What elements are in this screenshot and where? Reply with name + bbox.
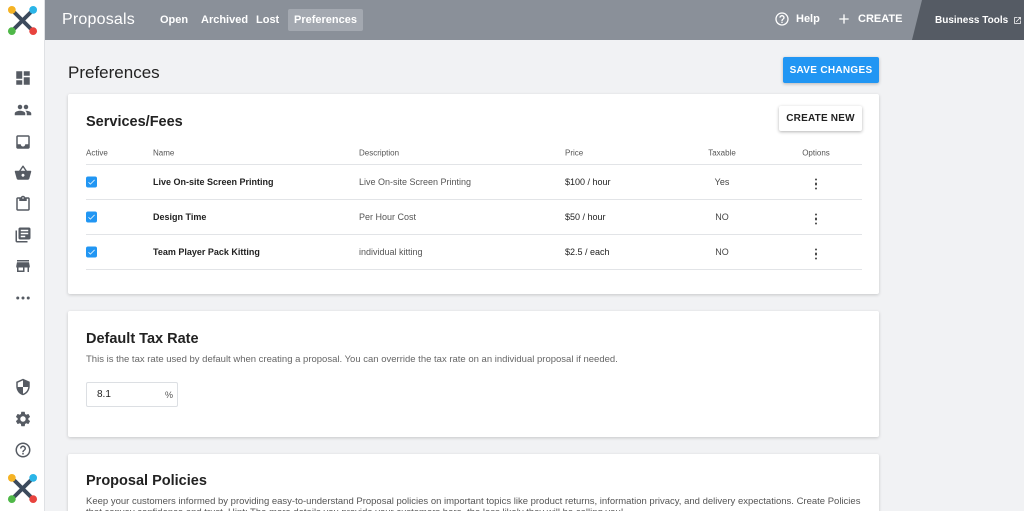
- business-tools-label: Business Tools: [935, 14, 1009, 26]
- percent-suffix: %: [165, 389, 174, 400]
- table-header: Active Name Description Price Taxable Op…: [86, 142, 862, 165]
- business-tools-link[interactable]: Business Tools: [912, 0, 1024, 40]
- save-changes-button[interactable]: SAVE CHANGES: [783, 57, 879, 83]
- external-link-icon: [1014, 16, 1022, 24]
- app-title: Proposals: [62, 11, 135, 28]
- clipboard-icon[interactable]: [13, 194, 32, 213]
- service-description: Per Hour Cost: [359, 212, 417, 222]
- shield-icon[interactable]: [13, 377, 32, 396]
- service-price: $2.5 / each: [565, 247, 610, 257]
- service-name: Team Player Pack Kitting: [153, 247, 260, 257]
- top-bar: Proposals Open Archived Lost Preferences…: [45, 0, 1024, 40]
- table-row: Live On-site Screen Printing Live On-sit…: [86, 165, 862, 200]
- row-options: [783, 208, 849, 227]
- tax-rate-field: %: [86, 382, 178, 407]
- service-description: Live On-site Screen Printing: [359, 177, 472, 187]
- help-label: Help: [796, 13, 820, 25]
- service-taxable: Yes: [714, 177, 730, 187]
- service-description: individual kitting: [359, 247, 423, 257]
- col-description: Description: [359, 148, 400, 158]
- policies-description: Keep your customers informed by providin…: [86, 496, 861, 511]
- help-icon[interactable]: [13, 440, 32, 459]
- people-icon[interactable]: [13, 100, 32, 119]
- create-new-button[interactable]: CREATE NEW: [779, 106, 862, 131]
- table-row: Team Player Pack Kitting individual kitt…: [86, 235, 862, 270]
- col-options: Options: [802, 148, 830, 158]
- service-taxable: NO: [715, 247, 729, 257]
- help-circle-icon: [775, 12, 789, 26]
- more-icon[interactable]: [13, 288, 32, 307]
- more-vert-icon[interactable]: [811, 211, 822, 227]
- col-active: Active: [86, 148, 108, 158]
- more-vert-icon[interactable]: [811, 176, 822, 192]
- tab-lost[interactable]: Lost: [250, 9, 285, 31]
- table-row: Design Time Per Hour Cost $50 / hour NO: [86, 200, 862, 235]
- policies-card: Proposal Policies Keep your customers in…: [68, 454, 879, 511]
- check-icon: [88, 214, 95, 220]
- basket-icon[interactable]: [13, 163, 32, 182]
- service-price: $50 / hour: [565, 212, 606, 222]
- plus-icon: [839, 14, 849, 24]
- col-taxable: Taxable: [708, 148, 736, 158]
- page-title: Preferences: [68, 63, 160, 82]
- active-checkbox[interactable]: [86, 176, 97, 188]
- more-vert-icon[interactable]: [811, 246, 822, 262]
- dashboard-icon[interactable]: [13, 68, 32, 87]
- store-icon[interactable]: [13, 256, 32, 275]
- create-button[interactable]: CREATE: [836, 11, 902, 27]
- tab-open[interactable]: Open: [154, 9, 194, 31]
- service-name: Design Time: [153, 212, 207, 222]
- col-price: Price: [565, 148, 584, 158]
- account-logo-icon[interactable]: [7, 473, 38, 504]
- services-card: Services/Fees CREATE NEW Active Name Des…: [68, 94, 879, 294]
- tab-archived[interactable]: Archived: [195, 9, 254, 31]
- create-label: CREATE: [858, 13, 903, 25]
- side-rail: [0, 0, 45, 511]
- tax-title: Default Tax Rate: [86, 331, 199, 347]
- gear-icon[interactable]: [13, 409, 32, 428]
- row-options: [783, 173, 849, 192]
- services-table: Active Name Description Price Taxable Op…: [86, 142, 862, 270]
- services-title: Services/Fees: [86, 114, 183, 130]
- app-logo-icon[interactable]: [7, 5, 38, 36]
- service-taxable: NO: [715, 212, 729, 222]
- row-options: [783, 243, 849, 262]
- active-checkbox[interactable]: [86, 211, 97, 223]
- check-icon: [88, 179, 95, 185]
- active-checkbox[interactable]: [86, 246, 97, 258]
- tax-description: This is the tax rate used by default whe…: [86, 354, 618, 365]
- tax-rate-input[interactable]: [97, 384, 165, 405]
- service-name: Live On-site Screen Printing: [153, 177, 274, 187]
- help-button[interactable]: Help: [774, 11, 820, 27]
- check-icon: [88, 249, 95, 255]
- service-price: $100 / hour: [565, 177, 611, 187]
- policies-title: Proposal Policies: [86, 473, 207, 489]
- inbox-icon[interactable]: [13, 132, 32, 151]
- tax-card: Default Tax Rate This is the tax rate us…: [68, 311, 879, 437]
- col-name: Name: [153, 148, 175, 158]
- library-icon[interactable]: [13, 225, 32, 244]
- tab-preferences[interactable]: Preferences: [288, 9, 363, 31]
